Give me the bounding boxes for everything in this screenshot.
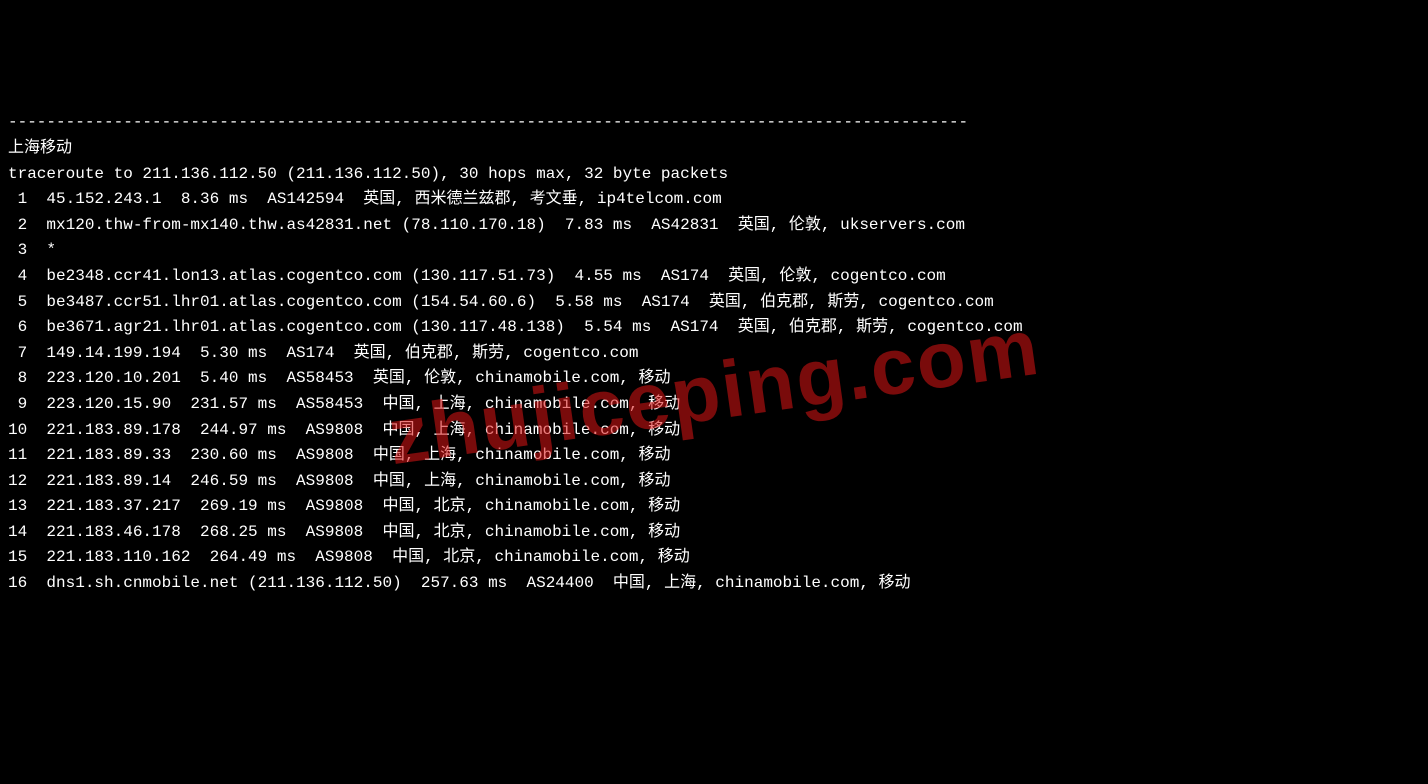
hop-line: 6 be3671.agr21.lhr01.atlas.cogentco.com … (8, 315, 1420, 341)
hop-line: 2 mx120.thw-from-mx140.thw.as42831.net (… (8, 213, 1420, 239)
hop-line: 1 45.152.243.1 8.36 ms AS142594 英国, 西米德兰… (8, 187, 1420, 213)
hop-line: 14 221.183.46.178 268.25 ms AS9808 中国, 北… (8, 520, 1420, 546)
hops-list: 1 45.152.243.1 8.36 ms AS142594 英国, 西米德兰… (8, 187, 1420, 597)
hop-line: 9 223.120.15.90 231.57 ms AS58453 中国, 上海… (8, 392, 1420, 418)
hop-line: 4 be2348.ccr41.lon13.atlas.cogentco.com … (8, 264, 1420, 290)
hop-line: 5 be3487.ccr51.lhr01.atlas.cogentco.com … (8, 290, 1420, 316)
hop-line: 10 221.183.89.178 244.97 ms AS9808 中国, 上… (8, 418, 1420, 444)
header-label: 上海移动 (8, 136, 1420, 162)
traceroute-header: traceroute to 211.136.112.50 (211.136.11… (8, 162, 1420, 188)
hop-line: 8 223.120.10.201 5.40 ms AS58453 英国, 伦敦,… (8, 366, 1420, 392)
hop-line: 12 221.183.89.14 246.59 ms AS9808 中国, 上海… (8, 469, 1420, 495)
hop-line: 3 * (8, 238, 1420, 264)
hop-line: 11 221.183.89.33 230.60 ms AS9808 中国, 上海… (8, 443, 1420, 469)
separator-line: ----------------------------------------… (8, 110, 1420, 136)
hop-line: 15 221.183.110.162 264.49 ms AS9808 中国, … (8, 545, 1420, 571)
hop-line: 16 dns1.sh.cnmobile.net (211.136.112.50)… (8, 571, 1420, 597)
hop-line: 7 149.14.199.194 5.30 ms AS174 英国, 伯克郡, … (8, 341, 1420, 367)
hop-line: 13 221.183.37.217 269.19 ms AS9808 中国, 北… (8, 494, 1420, 520)
